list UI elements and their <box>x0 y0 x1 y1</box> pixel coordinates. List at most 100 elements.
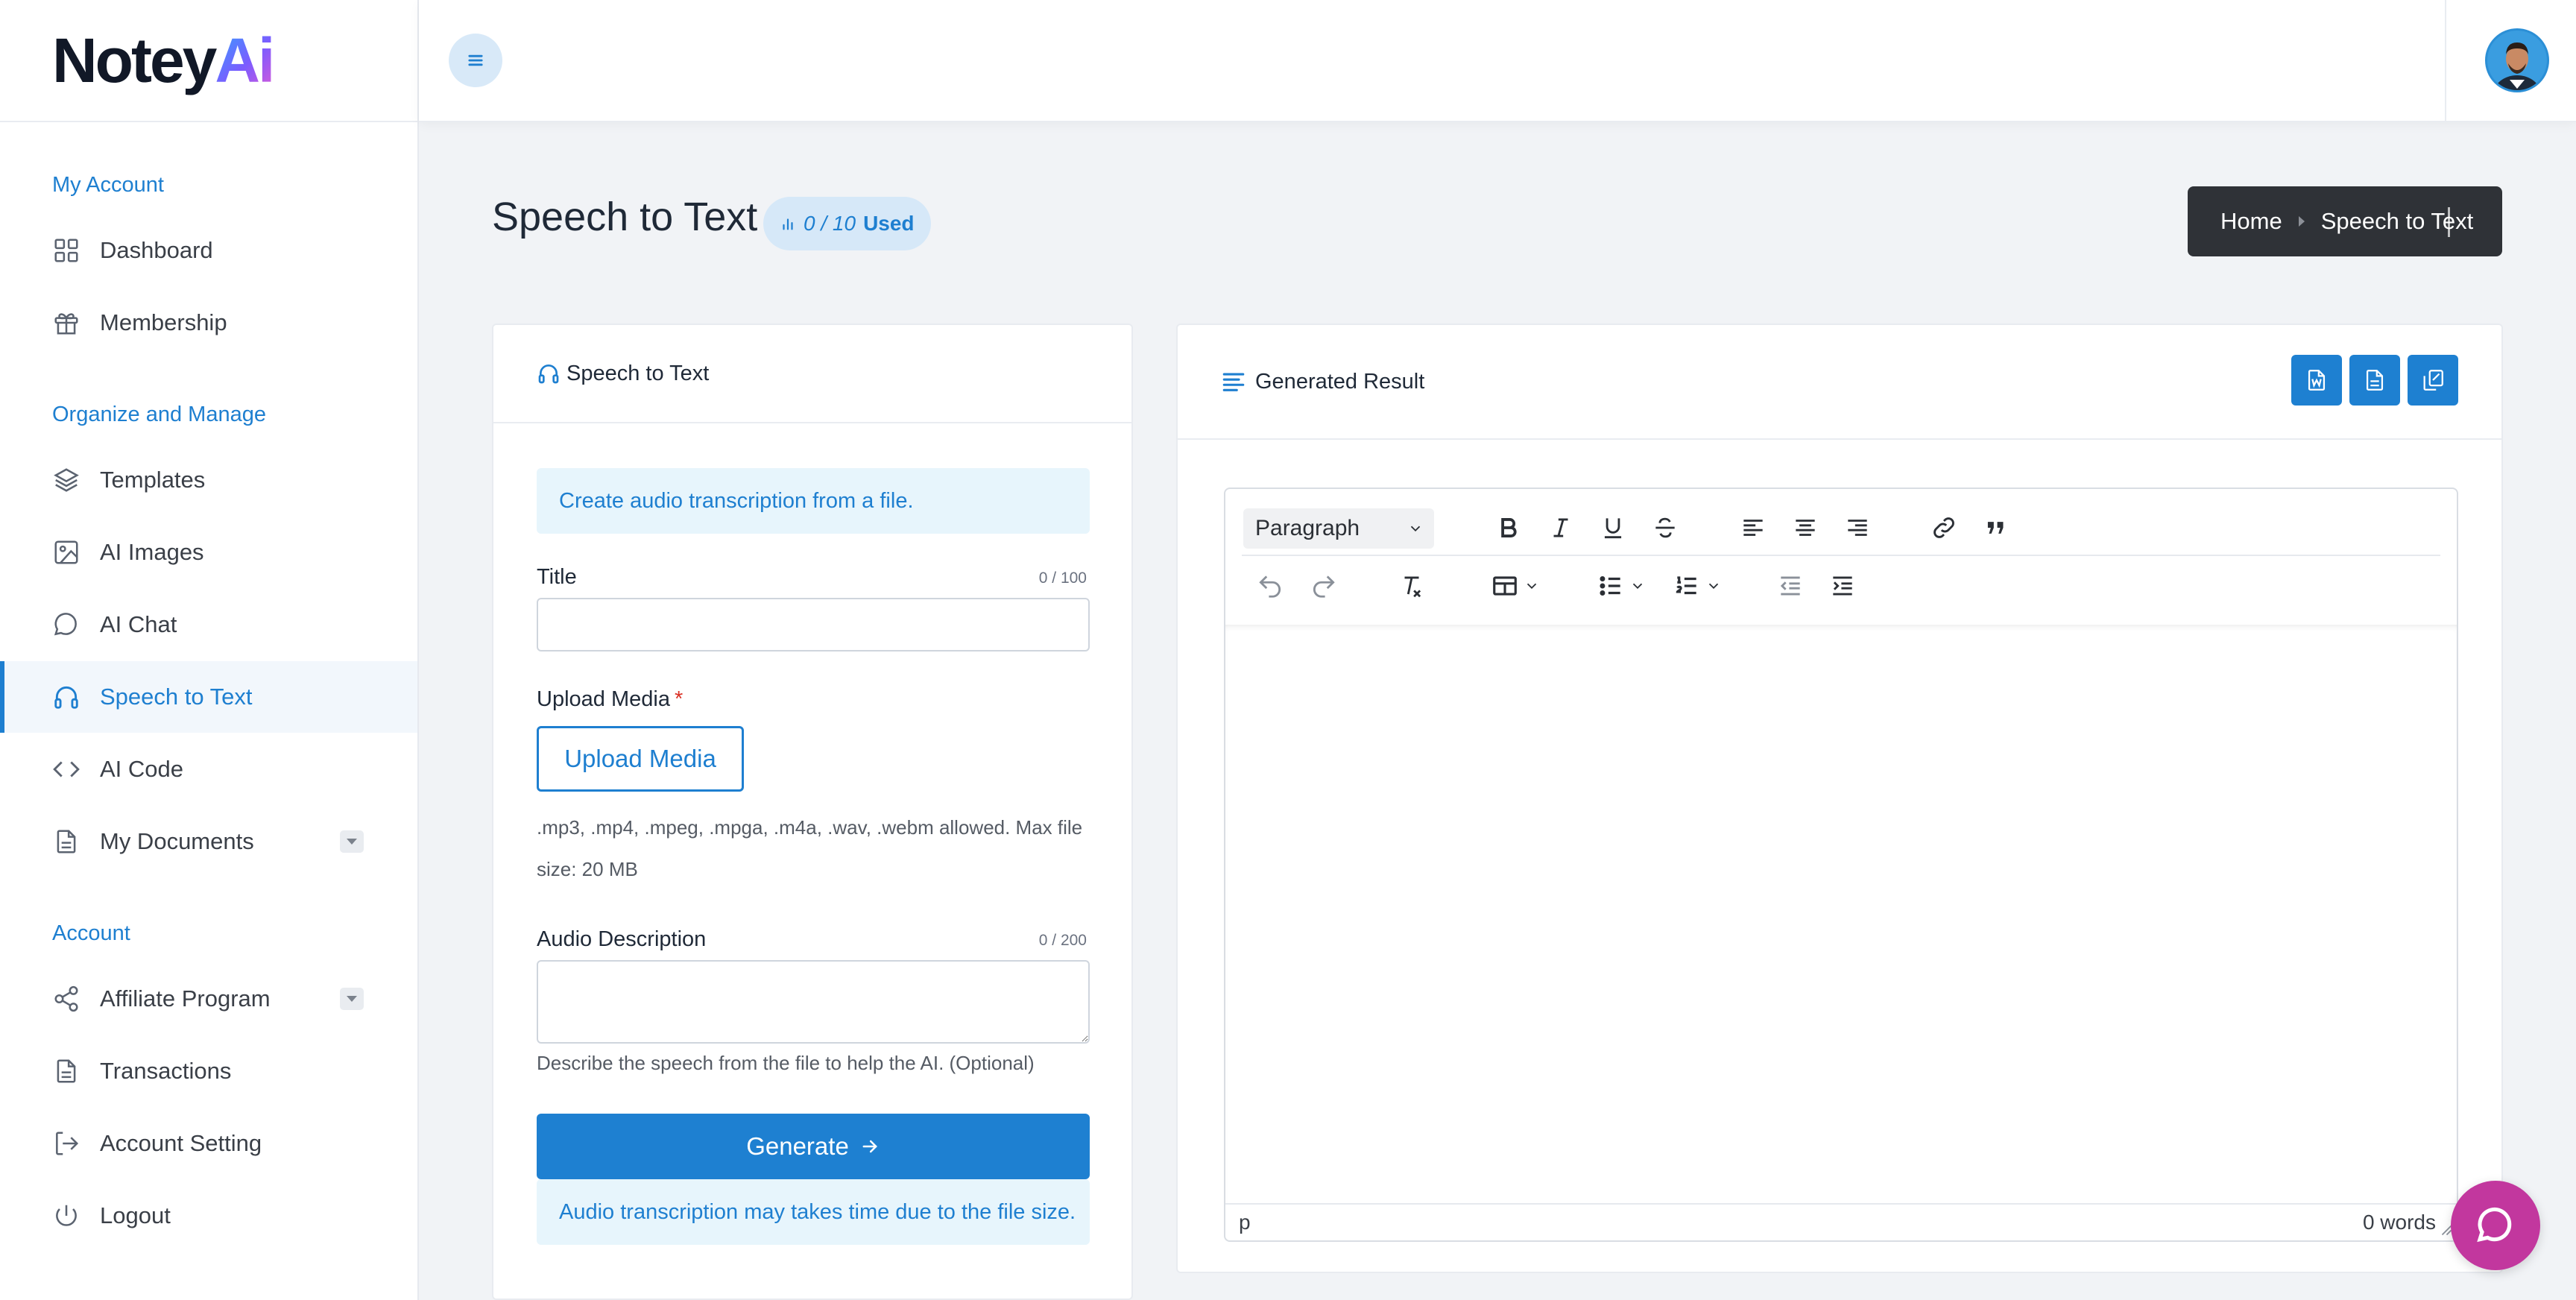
affiliate-submenu-toggle[interactable] <box>340 988 364 1010</box>
sidebar-item-membership[interactable]: Membership <box>0 287 417 359</box>
description-help-text: Describe the speech from the file to hel… <box>537 1052 1035 1074</box>
title-input[interactable] <box>537 598 1090 651</box>
align-right-icon <box>1848 520 1867 536</box>
usage-label: Used <box>863 212 915 235</box>
share-icon <box>54 985 78 1012</box>
sidebar-item-label: AI Chat <box>100 611 177 637</box>
nav-section-organize: Organize and Manage <box>52 403 266 426</box>
image-icon <box>54 540 78 564</box>
element-path[interactable]: p <box>1239 1211 1251 1234</box>
clear-formatting-button[interactable] <box>1391 558 1433 614</box>
power-icon <box>56 1205 77 1226</box>
bar-chart-icon <box>783 218 793 230</box>
info-alert: Create audio transcription from a file. <box>537 468 1090 534</box>
text-cursor-icon <box>2448 207 2450 237</box>
italic-icon <box>1553 518 1568 537</box>
export-document-button[interactable] <box>2349 355 2400 406</box>
sidebar-item-my-documents[interactable]: My Documents <box>0 806 417 877</box>
title-field-label: Title <box>537 565 577 589</box>
numbered-list-button[interactable] <box>1664 558 1731 614</box>
file-size-notice: Audio transcription may takes time due t… <box>537 1179 1090 1245</box>
outdent-button[interactable] <box>1770 558 1811 614</box>
chat-support-button[interactable] <box>2451 1181 2540 1270</box>
code-icon <box>53 761 80 777</box>
upload-help-line-2: size: 20 MB <box>537 858 638 880</box>
insert-link-button[interactable] <box>1923 499 1965 556</box>
undo-icon <box>1259 575 1281 598</box>
brand-logo[interactable]: NoteyAi <box>0 0 417 122</box>
speech-to-text-form-card: Speech to Text Create audio transcriptio… <box>492 324 1133 1300</box>
bullet-list-button[interactable] <box>1588 558 1655 614</box>
hamburger-icon <box>468 54 483 66</box>
topbar-divider <box>2445 0 2446 122</box>
generated-result-card: Generated Result Paragraph p 0 words <box>1176 324 2503 1273</box>
sidebar-item-ai-chat[interactable]: AI Chat <box>0 589 417 660</box>
result-card-title: Generated Result <box>1255 369 1425 394</box>
word-count[interactable]: 0 words <box>2363 1211 2436 1234</box>
sidebar-item-label: Transactions <box>100 1058 232 1084</box>
block-format-select[interactable]: Paragraph <box>1243 508 1434 549</box>
layers-icon <box>54 468 79 492</box>
indent-button[interactable] <box>1822 558 1863 614</box>
blockquote-button[interactable] <box>1975 499 2017 556</box>
chat-bubble-icon <box>2477 1208 2512 1243</box>
sidebar-item-templates[interactable]: Templates <box>0 444 417 516</box>
redo-button[interactable] <box>1303 558 1345 614</box>
description-char-counter: 0 / 200 <box>1038 932 1087 949</box>
generate-button[interactable]: Generate <box>537 1114 1090 1179</box>
editor-content-area[interactable] <box>1225 625 2457 1203</box>
chevron-down-icon <box>1632 583 1643 590</box>
audio-description-textarea[interactable] <box>537 960 1090 1044</box>
copy-button[interactable] <box>2408 355 2458 406</box>
block-format-value: Paragraph <box>1255 516 1360 540</box>
undo-button[interactable] <box>1249 558 1291 614</box>
headphones-icon <box>538 365 559 384</box>
strikethrough-button[interactable] <box>1644 499 1686 556</box>
clear-format-icon <box>1404 576 1421 598</box>
chevron-down-icon <box>1527 583 1537 590</box>
logo-ai-text: Ai <box>215 25 275 95</box>
my-documents-submenu-toggle[interactable] <box>340 830 364 853</box>
insert-table-button[interactable] <box>1482 558 1549 614</box>
upload-media-button[interactable]: Upload Media <box>537 726 744 792</box>
chevron-down-icon <box>1708 583 1719 590</box>
sidebar-item-ai-images[interactable]: AI Images <box>0 517 417 588</box>
document-export-icon <box>2366 370 2384 391</box>
usage-count: 0 / 10 <box>804 212 856 235</box>
export-word-button[interactable] <box>2291 355 2342 406</box>
sidebar-item-affiliate-program[interactable]: Affiliate Program <box>0 963 417 1035</box>
grid-icon <box>54 239 78 262</box>
generate-button-label: Generate <box>746 1132 849 1160</box>
indent-icon <box>1833 576 1852 596</box>
sidebar-item-speech-to-text[interactable]: Speech to Text <box>0 661 417 733</box>
user-avatar[interactable] <box>2485 28 2549 92</box>
upload-media-label-text: Upload Media <box>537 687 670 711</box>
arrow-right-icon <box>862 1140 877 1153</box>
form-card-header: Speech to Text <box>493 325 1131 423</box>
breadcrumb-home-link[interactable]: Home <box>2220 208 2282 235</box>
align-left-button[interactable] <box>1732 499 1774 556</box>
sidebar-item-label: Affiliate Program <box>100 985 271 1012</box>
result-actions <box>2291 355 2458 406</box>
align-right-button[interactable] <box>1837 499 1878 556</box>
bold-button[interactable] <box>1488 499 1530 556</box>
sidebar-item-account-setting[interactable]: Account Setting <box>0 1108 417 1179</box>
align-center-button[interactable] <box>1784 499 1826 556</box>
underline-icon <box>1604 518 1622 539</box>
sidebar-item-ai-code[interactable]: AI Code <box>0 733 417 805</box>
chevron-down-icon <box>1410 526 1421 532</box>
sidebar: NoteyAi My Account Dashboard Membership … <box>0 0 419 1300</box>
sidebar-item-label: Speech to Text <box>100 684 253 710</box>
link-icon <box>1933 517 1954 538</box>
underline-button[interactable] <box>1592 499 1634 556</box>
nav-section-account: Account <box>52 921 130 945</box>
italic-button[interactable] <box>1540 499 1582 556</box>
page-title: Speech to Text <box>492 195 758 239</box>
table-icon <box>1493 576 1517 596</box>
sidebar-item-logout[interactable]: Logout <box>0 1180 417 1252</box>
menu-toggle-button[interactable] <box>449 34 502 87</box>
gift-icon <box>54 313 78 335</box>
sidebar-item-transactions[interactable]: Transactions <box>0 1035 417 1107</box>
upload-help-line-1: .mp3, .mp4, .mpeg, .mpga, .m4a, .wav, .w… <box>537 816 1083 839</box>
sidebar-item-dashboard[interactable]: Dashboard <box>0 215 417 286</box>
